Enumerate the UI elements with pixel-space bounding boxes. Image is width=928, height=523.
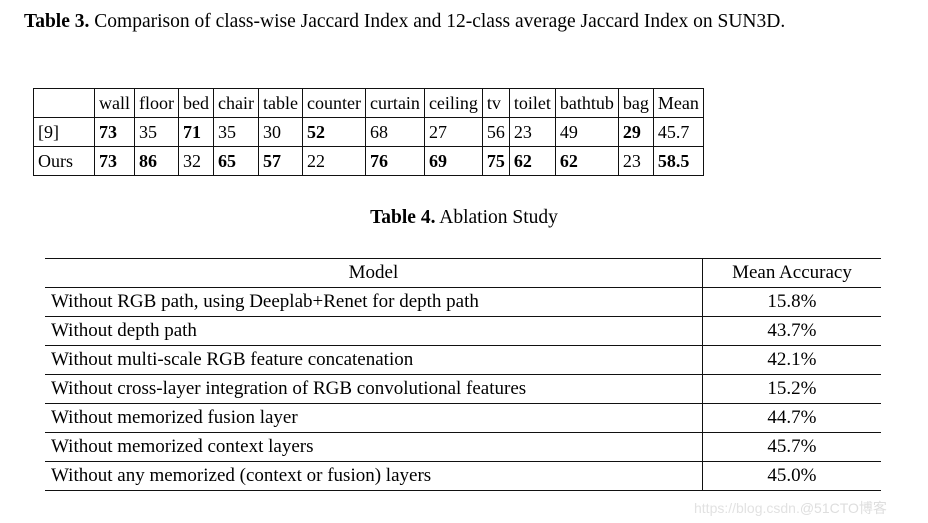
- table4-model-cell: Without depth path: [45, 316, 703, 346]
- table4-caption: Table 4. Ablation Study: [0, 205, 928, 231]
- table3-cell: 23: [617, 146, 654, 176]
- table3-header-cell: counter: [301, 88, 366, 118]
- table3-caption-text: Comparison of class-wise Jaccard Index a…: [94, 11, 786, 32]
- table3-cell: 23: [508, 117, 556, 147]
- table3-cell: 27: [423, 117, 483, 147]
- table3-cell: 62: [508, 146, 556, 176]
- table4-model-cell: Without memorized fusion layer: [45, 403, 703, 433]
- table4-accuracy-cell: 42.1%: [702, 345, 881, 375]
- table4-accuracy-cell: 15.8%: [702, 287, 881, 317]
- table3-row-label: [9]: [33, 117, 95, 147]
- table4-accuracy-cell: 45.7%: [702, 432, 881, 462]
- table3-header-cell: bag: [617, 88, 654, 118]
- table3-header-corner: [33, 88, 95, 118]
- table3-header-cell: curtain: [364, 88, 425, 118]
- table3-header: wall floor bed chair table counter curtain ceil…: [33, 88, 704, 118]
- table3-cell: 68: [364, 117, 425, 147]
- table3-header-cell: wall: [94, 88, 135, 118]
- table4: Model Mean Accuracy Without RGB path, us…: [45, 258, 881, 491]
- table3-cell: 69: [423, 146, 483, 176]
- table3-cell: 56: [481, 117, 510, 147]
- table4-row: Without RGB path, using Deeplab+Renet fo…: [45, 287, 881, 317]
- table3-row-label: Ours: [33, 146, 95, 176]
- table3-header-cell: Mean: [652, 88, 704, 118]
- table3-cell: 73: [94, 146, 135, 176]
- table3-header-cell: chair: [213, 88, 259, 118]
- table4-row: Without cross-layer integration of RGB c…: [45, 374, 881, 404]
- table3-cell: 73: [94, 117, 135, 147]
- table4-model-cell: Without cross-layer integration of RGB c…: [45, 374, 703, 404]
- table3-header-cell: table: [257, 88, 303, 118]
- table3-cell: 58.5: [652, 146, 704, 176]
- table3-row: [9] 73 35 71 35 30 52 68 27 56 23 49 29 45.7: [33, 117, 704, 147]
- table3-cell: 75: [481, 146, 510, 176]
- table3-header-row: wall floor bed chair table counter curtain ceil…: [33, 88, 704, 118]
- table4-caption-text: Ablation Study: [439, 207, 558, 228]
- table3-cell: 35: [213, 117, 259, 147]
- table4-caption-label: Table 4.: [370, 207, 436, 228]
- table3-cell: 49: [554, 117, 619, 147]
- table4-model-cell: Without any memorized (context or fusion…: [45, 461, 703, 491]
- table3-caption-label: Table 3.: [24, 11, 90, 32]
- table4-model-cell: Without memorized context layers: [45, 432, 703, 462]
- table3-header-cell: toilet: [508, 88, 556, 118]
- table4-header-row: Model Mean Accuracy: [45, 258, 881, 288]
- table4-model-cell: Without RGB path, using Deeplab+Renet fo…: [45, 287, 703, 317]
- table3-cell: 86: [134, 146, 179, 176]
- table3-cell: 52: [301, 117, 366, 147]
- watermark-url: https://blog.csdn.: [694, 500, 800, 516]
- table3-body: [9] 73 35 71 35 30 52 68 27 56 23 49 29 45.7 Ours 73 86 3…: [33, 117, 704, 176]
- table3-header-cell: bathtub: [554, 88, 619, 118]
- table3-row: Ours 73 86 32 65 57 22 76 69 75 62 62 23 58.5: [33, 146, 704, 176]
- table3-cell: 71: [178, 117, 214, 147]
- table4-row: Without depth path 43.7%: [45, 316, 881, 346]
- table4-row: Without any memorized (context or fusion…: [45, 461, 881, 491]
- table3-header-cell: tv: [481, 88, 510, 118]
- table4-header-accuracy: Mean Accuracy: [702, 258, 881, 288]
- table3-header-cell: ceiling: [423, 88, 483, 118]
- table3-cell: 22: [301, 146, 366, 176]
- table4-model-cell: Without multi-scale RGB feature concaten…: [45, 345, 703, 375]
- table4-container: Model Mean Accuracy Without RGB path, us…: [45, 258, 881, 491]
- watermark: https://blog.csdn.@51CTO博客: [694, 498, 887, 518]
- table3-cell: 35: [134, 117, 179, 147]
- table3-cell: 29: [617, 117, 654, 147]
- table4-row: Without multi-scale RGB feature concaten…: [45, 345, 881, 375]
- table4-body: Without RGB path, using Deeplab+Renet fo…: [45, 287, 881, 491]
- table3-cell: 30: [257, 117, 303, 147]
- table3-header-cell: floor: [134, 88, 179, 118]
- table3-container: wall floor bed chair table counter curtain ceil…: [33, 88, 704, 176]
- table4-row: Without memorized context layers 45.7%: [45, 432, 881, 462]
- table3-cell: 57: [257, 146, 303, 176]
- table4-accuracy-cell: 45.0%: [702, 461, 881, 491]
- table3-cell: 32: [178, 146, 214, 176]
- table3-cell: 45.7: [652, 117, 704, 147]
- table3-cell: 65: [213, 146, 259, 176]
- table4-accuracy-cell: 43.7%: [702, 316, 881, 346]
- table3: wall floor bed chair table counter curtain ceil…: [33, 88, 704, 176]
- table4-accuracy-cell: 15.2%: [702, 374, 881, 404]
- table3-cell: 76: [364, 146, 425, 176]
- table4-accuracy-cell: 44.7%: [702, 403, 881, 433]
- table4-row: Without memorized fusion layer 44.7%: [45, 403, 881, 433]
- table4-header-model: Model: [45, 258, 703, 288]
- table3-header-cell: bed: [178, 88, 214, 118]
- table3-caption: Table 3. Comparison of class-wise Jaccar…: [24, 8, 908, 36]
- table4-header: Model Mean Accuracy: [45, 258, 881, 288]
- watermark-site: @51CTO博客: [799, 500, 887, 516]
- table3-cell: 62: [554, 146, 619, 176]
